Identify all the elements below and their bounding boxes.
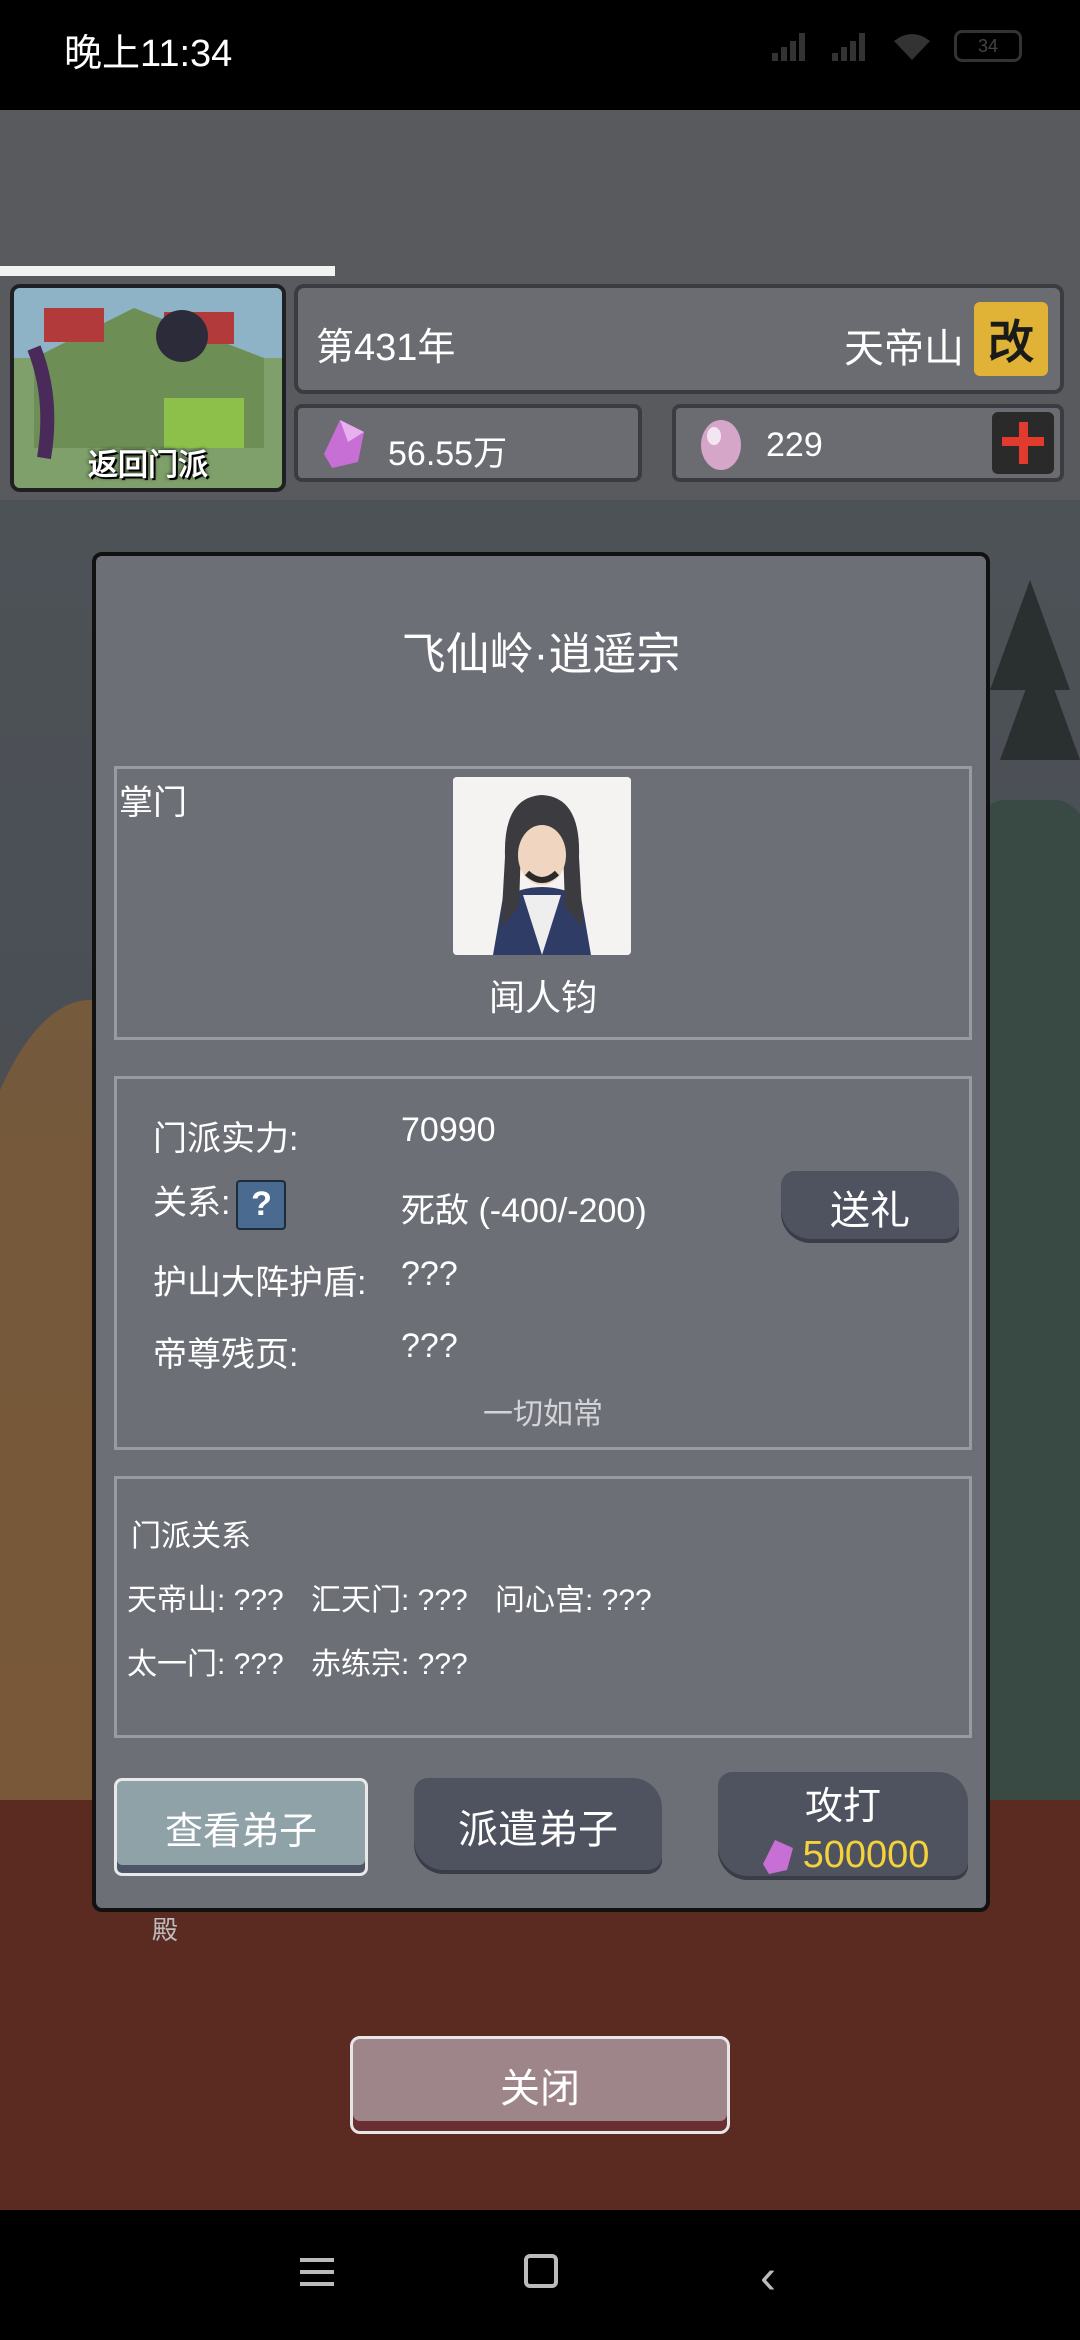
attack-button[interactable]: 攻打 500000 xyxy=(718,1772,968,1880)
leader-box: 掌门 闻人钧 xyxy=(114,766,972,1040)
sect-stats-box: 门派实力: 70990 关系:? 死敌 (-400/-200) 护山大阵护盾: … xyxy=(114,1076,972,1450)
strength-value: 70990 xyxy=(401,1111,496,1149)
close-button[interactable]: 关闭 xyxy=(350,2036,730,2134)
status-icons: 34 xyxy=(772,30,1022,62)
back-icon[interactable]: ‹ xyxy=(760,2250,776,2305)
gift-button[interactable]: 送礼 xyxy=(781,1171,959,1243)
shield-value: ??? xyxy=(401,1255,458,1293)
relation-label: 关系: xyxy=(153,1184,231,1222)
year-text: 第431年 xyxy=(316,327,456,369)
tree-icon xyxy=(1000,650,1080,760)
help-icon[interactable]: ? xyxy=(236,1180,287,1231)
leader-avatar-image xyxy=(453,777,631,955)
relation-item: 赤练宗: ??? xyxy=(311,1648,468,1681)
status-note: 一切如常 xyxy=(483,1398,603,1431)
menu-icon[interactable] xyxy=(300,2258,334,2294)
spirit-stone-icon xyxy=(324,420,364,468)
rename-button[interactable]: 改 xyxy=(974,302,1048,376)
dispatch-disciples-button[interactable]: 派遣弟子 xyxy=(414,1778,662,1874)
loading-progress-bar xyxy=(0,266,1080,276)
leader-name: 闻人钧 xyxy=(488,977,597,1018)
spirit-stone-icon xyxy=(762,1839,793,1874)
scene-building-label: 殿 xyxy=(152,1915,179,1945)
egg-panel: 229 xyxy=(672,404,1064,482)
battery-icon: 34 xyxy=(954,30,1022,62)
egg-count: 229 xyxy=(766,426,823,464)
strength-label: 门派实力: xyxy=(153,1120,299,1158)
location-text: 天帝山 xyxy=(844,327,964,371)
progress-fill xyxy=(0,266,335,276)
system-nav-bar: ‹ xyxy=(0,2210,1080,2340)
egg-icon xyxy=(701,420,741,470)
dialog-title: 飞仙岭·逍遥宗 xyxy=(401,630,681,679)
pages-label: 帝尊残页: xyxy=(153,1336,299,1374)
add-resource-button[interactable] xyxy=(992,412,1054,474)
shield-label: 护山大阵护盾: xyxy=(153,1264,367,1302)
relation-value: 死敌 (-400/-200) xyxy=(401,1192,647,1230)
return-sect-label: 返回门派 xyxy=(88,449,208,482)
spirit-stone-count: 56.55万 xyxy=(388,435,508,473)
relations-box: 门派关系 天帝山: ??? 汇天门: ??? 问心宫: ??? 太一门: ???… xyxy=(114,1476,972,1738)
status-time: 晚上11:34 xyxy=(64,33,233,75)
signal-icon xyxy=(772,31,810,61)
home-icon[interactable] xyxy=(524,2254,558,2288)
sect-info-dialog: 飞仙岭·逍遥宗 掌门 闻人钧 门派实力: 70990 关系:? 死敌 (-400… xyxy=(92,552,990,1912)
attack-label: 攻打 xyxy=(804,1786,881,1828)
relation-item: 问心宫: ??? xyxy=(495,1584,652,1617)
wifi-icon xyxy=(894,34,930,60)
attack-cost: 500000 xyxy=(757,1834,930,1877)
spirit-stone-panel: 56.55万 xyxy=(294,404,642,482)
relation-row: 关系:? xyxy=(153,1175,287,1231)
status-bar: 晚上11:34 34 xyxy=(0,0,1080,110)
year-panel: 第431年 天帝山 改 xyxy=(294,284,1064,394)
view-disciples-button[interactable]: 查看弟子 xyxy=(114,1778,368,1876)
attack-cost-value: 500000 xyxy=(802,1834,930,1876)
pages-value: ??? xyxy=(401,1327,458,1365)
leader-label: 掌门 xyxy=(119,784,187,822)
signal-icon-2 xyxy=(832,31,870,61)
return-sect-button[interactable]: 返回门派 xyxy=(10,284,286,492)
leader-portrait[interactable] xyxy=(453,777,631,955)
relations-title: 门派关系 xyxy=(131,1520,251,1553)
relation-item: 汇天门: ??? xyxy=(311,1584,468,1617)
relation-item: 太一门: ??? xyxy=(127,1648,284,1681)
relation-item: 天帝山: ??? xyxy=(127,1584,284,1617)
